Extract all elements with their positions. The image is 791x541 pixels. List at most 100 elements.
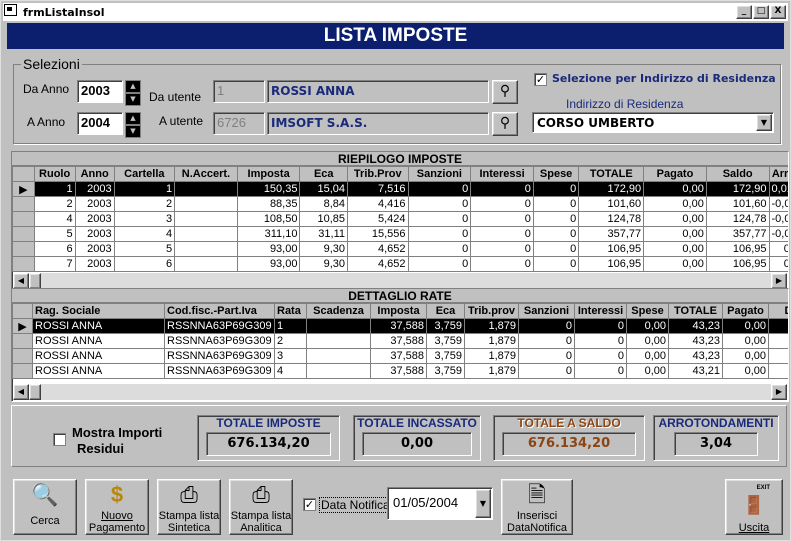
riepilogo-row[interactable]: 2 2003 2 88,35 8,84 4,416 0 0 0 101,60 0,00 101,60-… bbox=[12, 196, 788, 212]
dettaglio-col-header[interactable]: D bbox=[768, 303, 788, 319]
mostra-residui-checkbox[interactable] bbox=[53, 433, 66, 446]
close-button[interactable]: X bbox=[770, 5, 786, 19]
riepilogo-cell[interactable]: 0,0 bbox=[768, 241, 788, 257]
nuovo-pagamento-button[interactable]: $ Nuovo Pagamento bbox=[85, 479, 149, 535]
riepilogo-cell[interactable]: 6 bbox=[33, 241, 76, 257]
row-indicator[interactable] bbox=[12, 196, 35, 212]
riepilogo-cell[interactable]: 93,00 bbox=[236, 241, 301, 257]
spin-down-icon[interactable]: ▼ bbox=[125, 125, 141, 138]
dettaglio-hscrollbar[interactable]: ◀ ▶ bbox=[13, 384, 787, 400]
riepilogo-cell[interactable]: 3 bbox=[113, 211, 176, 227]
riepilogo-cell[interactable]: 0 bbox=[532, 241, 580, 257]
dettaglio-cell[interactable]: 43,21 bbox=[668, 363, 723, 379]
dettaglio-cell[interactable]: 1 bbox=[274, 318, 307, 334]
dettaglio-cell[interactable]: 37,588 bbox=[370, 363, 427, 379]
riepilogo-cell[interactable]: 2003 bbox=[74, 256, 115, 272]
scroll-right-icon[interactable]: ▶ bbox=[771, 273, 787, 289]
riepilogo-col-header[interactable]: Pagato bbox=[643, 166, 707, 182]
dettaglio-cell[interactable]: 2 bbox=[274, 333, 307, 349]
dettaglio-row[interactable]: ROSSI ANNA RSSNNA63P69G309 4 37,588 3,759 1,8… bbox=[12, 363, 788, 379]
dettaglio-cell[interactable]: 3,759 bbox=[426, 318, 465, 334]
riepilogo-cell[interactable]: 0 bbox=[407, 226, 472, 242]
riepilogo-cell[interactable]: 124,78 bbox=[578, 211, 645, 227]
riepilogo-cell[interactable]: 0 bbox=[407, 196, 472, 212]
riepilogo-row[interactable]: 5 2003 4 311,10 31,11 15,556 0 0 0 357,77 0,00 357,… bbox=[12, 226, 788, 242]
riepilogo-cell[interactable]: 0,00 bbox=[643, 241, 707, 257]
data-notifica-checkbox[interactable]: ✓ bbox=[303, 498, 316, 511]
riepilogo-col-header[interactable]: Spese bbox=[532, 166, 580, 182]
dettaglio-cell[interactable]: 0,00 bbox=[626, 318, 669, 334]
riepilogo-cell[interactable]: -0,002 bbox=[768, 196, 788, 212]
stampa-sintetica-button[interactable]: ⎙ Stampa lista Sintetica bbox=[157, 479, 221, 535]
riepilogo-col-header[interactable]: TOTALE bbox=[578, 166, 645, 182]
da-anno-input[interactable]: 2003 bbox=[77, 80, 123, 103]
riepilogo-cell[interactable]: 106,95 bbox=[705, 241, 770, 257]
riepilogo-col-header[interactable]: Cartella bbox=[113, 166, 176, 182]
riepilogo-cell[interactable]: 357,77 bbox=[578, 226, 645, 242]
dettaglio-cell[interactable]: RSSNNA63P69G309 bbox=[164, 333, 275, 349]
chevron-down-icon[interactable]: ▼ bbox=[475, 489, 491, 518]
riepilogo-cell[interactable]: 0 bbox=[532, 256, 580, 272]
dettaglio-cell[interactable]: ROSSI ANNA bbox=[32, 333, 165, 349]
riepilogo-cell[interactable]: 0,00 bbox=[643, 226, 707, 242]
dettaglio-cell[interactable]: 1,879 bbox=[464, 318, 519, 334]
riepilogo-col-header[interactable]: Trib.Prov bbox=[347, 166, 409, 182]
row-indicator[interactable] bbox=[12, 333, 33, 349]
riepilogo-cell[interactable]: 2003 bbox=[74, 226, 115, 242]
riepilogo-cell[interactable]: 2003 bbox=[74, 241, 115, 257]
riepilogo-row[interactable]: 72003693,009,304,652000106,950,00106,950… bbox=[12, 256, 788, 272]
dettaglio-col-header[interactable]: Sanzioni bbox=[518, 303, 575, 319]
dettaglio-cell[interactable]: 43,23 bbox=[668, 348, 723, 364]
dettaglio-col-header[interactable]: Pagato bbox=[722, 303, 769, 319]
dettaglio-col-header[interactable]: Imposta bbox=[370, 303, 427, 319]
dettaglio-cell[interactable]: 3 bbox=[274, 348, 307, 364]
dettaglio-col-header[interactable]: Cod.fisc.-Part.Iva bbox=[164, 303, 275, 319]
dettaglio-cell[interactable]: 37,588 bbox=[370, 333, 427, 349]
dettaglio-col-header[interactable]: TOTALE bbox=[668, 303, 723, 319]
dettaglio-cell[interactable]: 3,759 bbox=[426, 348, 465, 364]
dettaglio-cell[interactable]: 0 bbox=[518, 333, 575, 349]
riepilogo-cell[interactable]: 2003 bbox=[74, 211, 115, 227]
dettaglio-cell[interactable]: RSSNNA63P69G309 bbox=[164, 348, 275, 364]
dettaglio-cell[interactable]: 4 bbox=[274, 363, 307, 379]
dettaglio-cell[interactable] bbox=[768, 318, 788, 334]
riepilogo-cell[interactable]: 0,0 bbox=[768, 256, 788, 272]
dettaglio-cell[interactable]: 0 bbox=[574, 333, 627, 349]
dettaglio-row[interactable]: ▶ ROSSI ANNA RSSNNA63P69G309 1 37,588 3,759 1,… bbox=[12, 318, 788, 334]
riepilogo-cell[interactable]: 2003 bbox=[74, 181, 115, 197]
dettaglio-cell[interactable]: 0,00 bbox=[722, 348, 769, 364]
riepilogo-cell[interactable]: 172,90 bbox=[705, 181, 770, 197]
riepilogo-cell[interactable]: 0 bbox=[407, 211, 472, 227]
riepilogo-cell[interactable]: 4,652 bbox=[347, 256, 409, 272]
dettaglio-cell[interactable]: ROSSI ANNA bbox=[32, 363, 165, 379]
riepilogo-cell[interactable]: 4 bbox=[33, 211, 76, 227]
riepilogo-cell[interactable]: 4,652 bbox=[347, 241, 409, 257]
da-anno-spinner[interactable]: ▲ ▼ bbox=[125, 80, 141, 106]
riepilogo-cell[interactable]: 0 bbox=[470, 226, 534, 242]
riepilogo-cell[interactable]: 4,416 bbox=[347, 196, 409, 212]
riepilogo-col-header[interactable]: Arrot bbox=[768, 166, 788, 182]
riepilogo-cell[interactable]: 31,11 bbox=[299, 226, 349, 242]
riepilogo-cell[interactable]: 8,84 bbox=[299, 196, 349, 212]
dettaglio-cell[interactable]: 0 bbox=[518, 318, 575, 334]
row-indicator[interactable] bbox=[12, 226, 35, 242]
dettaglio-cell[interactable]: 0 bbox=[518, 348, 575, 364]
riepilogo-cell[interactable]: 15,556 bbox=[347, 226, 409, 242]
indirizzo-select[interactable]: CORSO UMBERTO ▼ bbox=[532, 112, 774, 133]
riepilogo-col-header[interactable]: N.Accert. bbox=[174, 166, 238, 182]
row-indicator[interactable] bbox=[12, 256, 35, 272]
riepilogo-cell[interactable]: 0,00 bbox=[643, 211, 707, 227]
riepilogo-cell[interactable]: 0 bbox=[470, 181, 534, 197]
riepilogo-row[interactable]: ▶ 1 2003 1 150,35 15,04 7,516 0 0 0 172,90 0,00 172,… bbox=[12, 181, 788, 197]
riepilogo-cell[interactable]: 0 bbox=[532, 181, 580, 197]
riepilogo-cell[interactable]: 10,85 bbox=[299, 211, 349, 227]
dettaglio-cell[interactable]: ROSSI ANNA bbox=[32, 348, 165, 364]
dettaglio-cell[interactable]: 3,759 bbox=[426, 333, 465, 349]
riepilogo-cell[interactable]: 7,516 bbox=[347, 181, 409, 197]
riepilogo-cell[interactable]: 0 bbox=[407, 241, 472, 257]
riepilogo-cell[interactable]: 4 bbox=[113, 226, 176, 242]
row-indicator[interactable] bbox=[12, 211, 35, 227]
da-utente-id[interactable]: 1 bbox=[213, 80, 265, 103]
scroll-left-icon[interactable]: ◀ bbox=[13, 384, 29, 400]
da-utente-search-button[interactable]: ⚲ bbox=[492, 80, 518, 104]
